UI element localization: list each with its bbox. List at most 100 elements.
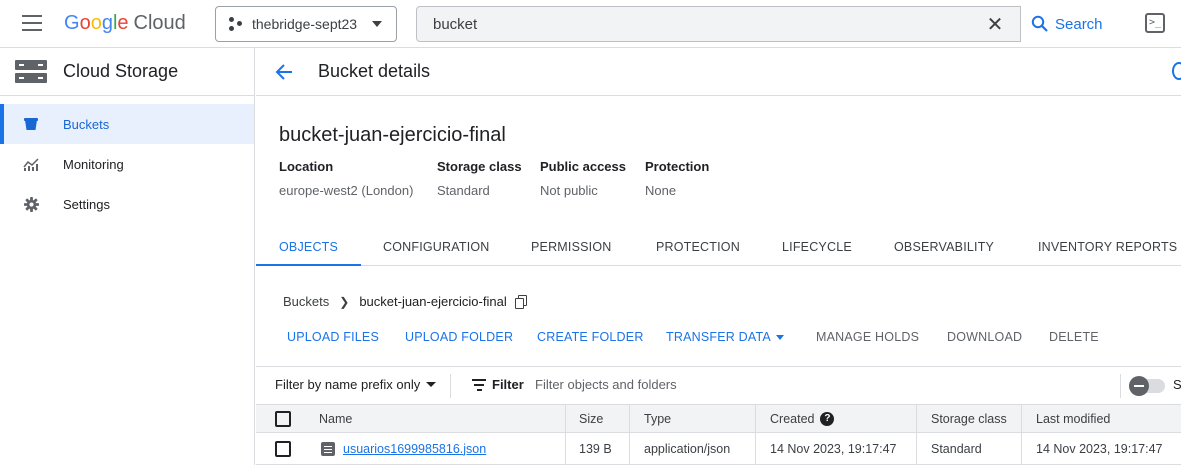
object-created: 14 Nov 2023, 19:17:47: [770, 441, 897, 456]
column-header-created[interactable]: Created?: [770, 405, 835, 432]
sidebar-item-label: Buckets: [63, 116, 110, 132]
filter-input[interactable]: Filter objects and folders: [535, 377, 677, 392]
transfer-data-button[interactable]: TRANSFER DATA: [666, 330, 784, 344]
meta-location: Location europe-west2 (London): [279, 159, 413, 198]
object-type: application/json: [644, 441, 731, 456]
table-row[interactable]: usuarios1699985816.json 139 B applicatio…: [256, 433, 1181, 465]
copy-icon[interactable]: [514, 294, 529, 309]
column-header-last-modified[interactable]: Last modified: [1036, 405, 1110, 432]
tab-lifecycle[interactable]: LIFECYCLE: [782, 230, 852, 266]
search-button[interactable]: Search: [1020, 6, 1115, 42]
sidebar-item-monitoring[interactable]: Monitoring: [0, 144, 254, 184]
divider: [916, 405, 917, 432]
sidebar-item-buckets[interactable]: Buckets: [0, 104, 254, 144]
main-content: Bucket details bucket-juan-ejercicio-fin…: [256, 48, 1181, 465]
sidebar-item-label: Monitoring: [63, 156, 124, 172]
column-header-size[interactable]: Size: [579, 405, 603, 432]
search-icon: [1031, 15, 1048, 32]
breadcrumb-root[interactable]: Buckets: [283, 294, 329, 309]
action-bar: UPLOAD FILES UPLOAD FOLDER CREATE FOLDER…: [256, 324, 1181, 352]
object-link[interactable]: usuarios1699985816.json: [343, 442, 486, 456]
manage-holds-button[interactable]: MANAGE HOLDS: [816, 330, 919, 344]
delete-button[interactable]: DELETE: [1049, 330, 1099, 344]
filter-prefix-label: Filter by name prefix only: [275, 377, 421, 392]
tab-bar: OBJECTS CONFIGURATION PERMISSION PROTECT…: [256, 230, 1181, 266]
filter-icon: [472, 379, 486, 391]
caret-down-icon: [426, 382, 437, 387]
tab-objects[interactable]: OBJECTS: [256, 230, 362, 266]
project-icon: [228, 16, 244, 32]
bucket-name: bucket-juan-ejercicio-final: [279, 124, 506, 146]
search-input[interactable]: bucket: [433, 16, 477, 33]
upload-files-button[interactable]: UPLOAD FILES: [287, 330, 379, 344]
filter-prefix-dropdown[interactable]: Filter by name prefix only: [275, 377, 437, 392]
page-header: Bucket details: [256, 48, 1181, 96]
meta-public-access: Public access Not public: [540, 159, 626, 198]
meta-storage-class: Storage class Standard: [437, 159, 522, 198]
divider: [629, 405, 630, 432]
show-deleted-toggle[interactable]: [1129, 376, 1165, 396]
meta-key: Storage class: [437, 159, 522, 174]
tab-configuration[interactable]: CONFIGURATION: [383, 230, 490, 266]
filter-label: Filter: [492, 377, 524, 392]
transfer-data-label: TRANSFER DATA: [666, 330, 771, 344]
search-box[interactable]: bucket ✕ Search: [416, 6, 1115, 42]
toggle-knob: [1129, 376, 1149, 396]
object-size: 139 B: [579, 441, 612, 456]
page-title: Bucket details: [318, 61, 431, 81]
divider: [450, 374, 451, 398]
close-icon[interactable]: ✕: [985, 15, 1005, 35]
gear-icon: [23, 196, 39, 212]
back-arrow-icon[interactable]: [274, 62, 294, 82]
meta-key: Location: [279, 159, 334, 174]
download-button[interactable]: DOWNLOAD: [947, 330, 1022, 344]
table-header: Name Size Type Created? Storage class La…: [256, 404, 1181, 433]
project-name: thebridge-sept23: [252, 16, 358, 32]
column-header-name[interactable]: Name: [319, 405, 352, 432]
divider: [755, 433, 756, 464]
tab-inventory-reports[interactable]: INVENTORY REPORTS: [1038, 230, 1177, 266]
cloud-storage-icon: [15, 59, 47, 83]
divider: [629, 433, 630, 464]
upload-folder-button[interactable]: UPLOAD FOLDER: [405, 330, 513, 344]
sidebar-item-label: Settings: [63, 196, 110, 212]
select-all-checkbox[interactable]: [275, 405, 291, 432]
help-icon[interactable]: ?: [820, 411, 835, 426]
create-folder-button[interactable]: CREATE FOLDER: [537, 330, 644, 344]
tab-protection[interactable]: PROTECTION: [656, 230, 740, 266]
object-last-modified: 14 Nov 2023, 19:17:47: [1036, 441, 1163, 456]
divider: [755, 405, 756, 432]
product-header: Cloud Storage: [0, 48, 254, 96]
cloud-shell-icon[interactable]: >_: [1145, 13, 1165, 33]
column-header-created-label: Created: [770, 411, 815, 426]
tab-observability[interactable]: OBSERVABILITY: [894, 230, 994, 266]
bucket-icon: [23, 116, 39, 132]
product-title: Cloud Storage: [63, 61, 179, 81]
object-name: usuarios1699985816.json: [321, 433, 486, 464]
object-storage-class: Standard: [931, 441, 982, 456]
divider: [565, 433, 566, 464]
top-bar: Google Cloud thebridge-sept23 bucket ✕ Se…: [0, 0, 1181, 48]
breadcrumb: Buckets ❯ bucket-juan-ejercicio-final: [283, 294, 529, 309]
meta-key: Public access: [540, 159, 626, 174]
file-icon: [321, 441, 335, 456]
refresh-icon[interactable]: [1172, 62, 1181, 80]
tab-permission[interactable]: PERMISSION: [531, 230, 612, 266]
monitoring-icon: [23, 156, 39, 172]
sidebar-item-settings[interactable]: Settings: [0, 184, 254, 224]
project-picker[interactable]: thebridge-sept23: [215, 6, 397, 42]
breadcrumb-current: bucket-juan-ejercicio-final: [359, 294, 507, 309]
divider: [565, 405, 566, 432]
logo-cloud-text: Cloud: [133, 12, 186, 34]
divider: [1021, 405, 1022, 432]
row-checkbox[interactable]: [275, 433, 291, 464]
column-header-storage-class[interactable]: Storage class: [931, 405, 1007, 432]
divider: [1120, 374, 1121, 398]
objects-table: Name Size Type Created? Storage class La…: [256, 404, 1181, 465]
google-cloud-logo[interactable]: Google Cloud: [64, 12, 186, 35]
column-header-type[interactable]: Type: [644, 405, 671, 432]
meta-key: Protection: [645, 159, 710, 174]
logo-google-text: Google: [64, 12, 129, 34]
meta-value: europe-west2 (London): [279, 183, 414, 198]
menu-icon[interactable]: [22, 15, 42, 31]
